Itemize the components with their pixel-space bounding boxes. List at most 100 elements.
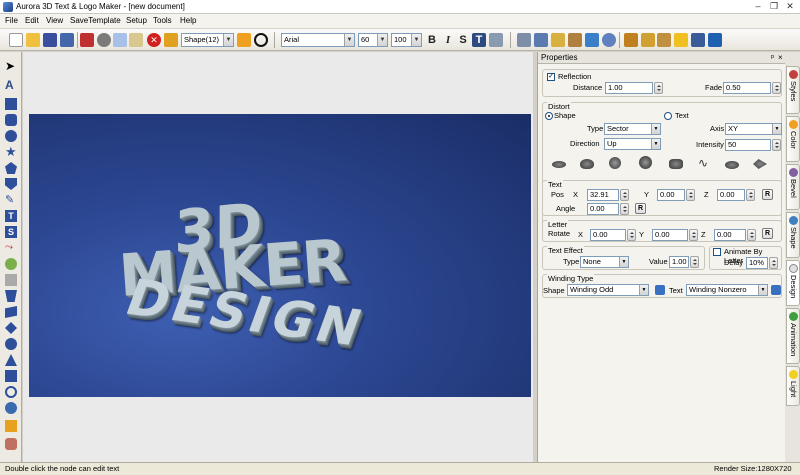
delay-spinner[interactable] [769,257,778,269]
pentagon-icon[interactable] [5,162,17,174]
winding-text-refresh-icon[interactable] [771,285,781,295]
winding-shape-refresh-icon[interactable] [655,285,665,295]
text-box-icon[interactable]: T [5,210,17,222]
distort-shape-sphere-icon[interactable] [639,156,652,169]
axis-select[interactable]: XY ▼ [725,123,782,135]
select-arrow-icon[interactable]: ➤ [5,60,17,72]
effect-icon[interactable] [5,438,17,450]
rotate-y-input[interactable]: 0.00 [652,229,688,241]
font-combo[interactable]: Arial ▼ [281,33,355,47]
menu-setup[interactable]: Setup [126,16,147,25]
shield-icon[interactable] [5,178,17,190]
angle-input[interactable]: 0.00 [587,203,619,215]
effect-value-spinner[interactable] [690,256,699,268]
insert-icon[interactable] [5,420,17,432]
rotate-icon[interactable] [585,33,599,47]
minimize-button[interactable]: – [751,1,765,12]
pos-y-input[interactable]: 0.00 [657,189,685,201]
winding-shape-select[interactable]: Winding Odd ▼ [567,284,649,296]
triangle-icon[interactable] [5,354,17,366]
parallelogram-icon[interactable] [5,306,17,318]
distance-spinner[interactable] [654,82,663,94]
tab-bevel[interactable]: Bevel [786,164,800,210]
render-icon[interactable] [691,33,705,47]
cube-icon[interactable] [551,33,565,47]
rotate-z-input[interactable]: 0.00 [714,229,746,241]
shape-radio[interactable] [545,112,553,120]
distort-shape-bulge-icon[interactable] [725,161,739,169]
angle-reset-button[interactable]: R [635,203,646,214]
box-icon[interactable] [568,33,582,47]
play-icon[interactable] [254,33,268,47]
symbol-icon[interactable]: S [5,226,17,238]
intensity-input[interactable]: 50 [725,139,771,151]
save-as-icon[interactable] [60,33,74,47]
star-icon[interactable]: ★ [5,145,17,158]
distance-input[interactable]: 1.00 [605,82,653,94]
pos-reset-button[interactable]: R [762,189,773,200]
cylinder-icon[interactable] [602,33,616,47]
italic-button[interactable]: I [441,33,455,47]
tab-shape[interactable]: Shape [786,212,800,258]
export-image-icon[interactable] [708,33,722,47]
image-icon[interactable] [5,258,17,270]
menu-edit[interactable]: Edit [25,16,39,25]
tab-styles[interactable]: Styles [786,66,800,114]
distort-shape-wave-icon[interactable]: ∿ [698,157,712,169]
path-icon[interactable]: ⤳ [5,242,17,254]
ellipse-icon[interactable] [5,130,17,142]
tab-light[interactable]: Light [786,366,800,406]
sphere-icon[interactable] [5,402,17,414]
export-icon[interactable] [80,33,94,47]
direction-select[interactable]: Up ▼ [604,138,661,150]
cylinder-shape-icon[interactable] [5,370,17,382]
rotate-y-spinner[interactable] [689,229,698,241]
distort-shape-arc-icon[interactable] [580,159,594,169]
pin-icon[interactable]: ᵖ [771,53,774,62]
rectangle-icon[interactable] [5,98,17,110]
animate-checkbox[interactable] [713,248,721,256]
package-icon[interactable] [657,33,671,47]
shape-combo[interactable]: Shape(12) ▼ [181,33,234,47]
rotate-reset-button[interactable]: R [762,228,773,239]
delay-input[interactable]: 10% [746,257,768,269]
strike-button[interactable]: S [456,33,470,47]
fade-spinner[interactable] [772,82,781,94]
pos-y-spinner[interactable] [686,189,695,201]
ring-icon[interactable] [5,386,17,398]
circle-icon[interactable] [5,338,17,350]
rounded-rect-icon[interactable] [5,114,17,126]
light-icon[interactable] [674,33,688,47]
text-tool-button[interactable]: T [472,33,486,47]
render-canvas[interactable]: 3D MAKER DESIGN [29,114,531,397]
close-panel-icon[interactable]: × [778,53,783,62]
trapezoid-icon[interactable] [5,290,17,302]
rotate-x-input[interactable]: 0.00 [590,229,626,241]
delete-icon[interactable]: ✕ [147,33,161,47]
pos-z-spinner[interactable] [746,189,755,201]
clear-icon[interactable] [164,33,178,47]
reflection-checkbox[interactable]: ✓ [547,73,555,81]
distort-shape-flat-icon[interactable] [552,161,566,168]
menu-help[interactable]: Help [180,16,196,25]
menu-file[interactable]: File [5,16,18,25]
angle-spinner[interactable] [620,203,629,215]
distort-shape-pillow-icon[interactable] [669,159,683,169]
cut-icon[interactable] [97,33,111,47]
font-size-combo[interactable]: 60 ▼ [358,33,388,47]
rotate-x-spinner[interactable] [627,229,636,241]
tab-color[interactable]: Color [786,116,800,162]
effect-type-select[interactable]: None ▼ [580,256,629,268]
winding-text-select[interactable]: Winding Nonzero ▼ [686,284,768,296]
menu-savetemplate[interactable]: SaveTemplate [70,16,121,25]
group-icon[interactable] [534,33,548,47]
funnel-icon[interactable] [641,33,655,47]
diamond-icon[interactable] [5,322,17,334]
pen-tool-icon[interactable]: ✎ [5,194,17,206]
align-icon[interactable] [517,33,531,47]
pos-z-input[interactable]: 0.00 [717,189,745,201]
menu-tools[interactable]: Tools [153,16,172,25]
menu-view[interactable]: View [46,16,63,25]
close-window-button[interactable]: ✕ [783,1,797,12]
pencil-icon[interactable] [237,33,251,47]
